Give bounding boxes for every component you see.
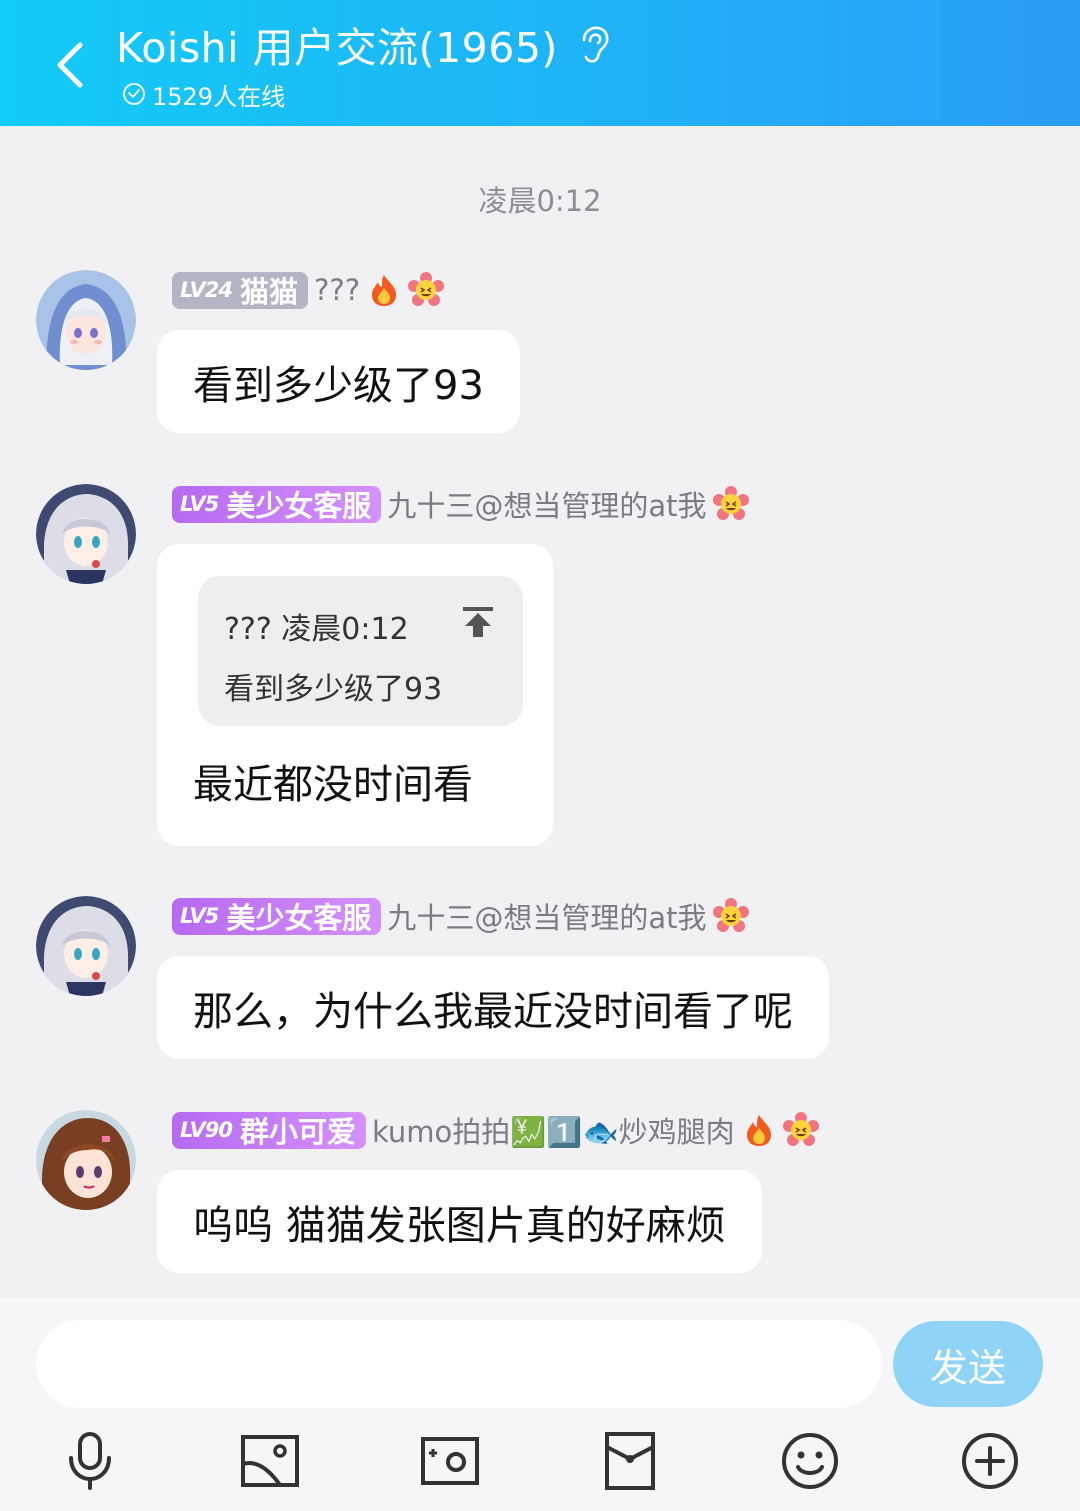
level-badge: LV5 美少女客服	[172, 897, 382, 935]
image-icon	[241, 1435, 299, 1487]
send-button[interactable]: 发送	[893, 1321, 1043, 1407]
flower-face-icon	[712, 898, 749, 932]
level-badge: LV5 美少女客服	[172, 485, 382, 523]
fire-icon	[746, 1115, 771, 1146]
jump-to-top-icon[interactable]	[460, 604, 496, 640]
image-button[interactable]	[237, 1428, 303, 1494]
red-packet-button[interactable]	[597, 1428, 663, 1494]
avatar[interactable]	[36, 484, 136, 584]
sender-name[interactable]: kumo拍拍💹1️⃣🐟炒鸡腿肉	[372, 1109, 735, 1151]
microphone-icon	[69, 1432, 111, 1490]
online-count: 1529人在线	[152, 82, 286, 111]
message-meta: LV5 美少女客服 九十三@想当管理的at我	[172, 896, 749, 936]
group-title[interactable]: Koishi 用户交流(1965)	[116, 14, 558, 74]
camera-icon	[421, 1437, 479, 1485]
sender-name[interactable]: 九十三@想当管理的at我	[387, 483, 706, 525]
sender-name[interactable]: ???	[314, 273, 360, 307]
back-button[interactable]	[40, 30, 100, 100]
plus-icon	[962, 1433, 1018, 1489]
quote-body: 看到多少级了93	[224, 672, 443, 707]
emoji-icon	[782, 1433, 838, 1489]
flower-face-icon	[712, 486, 749, 520]
chat-header: Koishi 用户交流(1965) 1529人在线	[0, 0, 1080, 126]
ear-icon[interactable]	[576, 24, 610, 64]
timestamp-separator: 凌晨0:12	[478, 184, 602, 218]
message-text: 最近都没时间看	[193, 762, 473, 808]
check-circle-icon	[123, 83, 145, 105]
message-bubble[interactable]: 那么，为什么我最近没时间看了呢	[157, 956, 829, 1059]
level-badge: LV90 群小可爱	[172, 1111, 366, 1149]
emoji-button[interactable]	[777, 1428, 843, 1494]
avatar[interactable]	[36, 896, 136, 996]
fire-icon	[372, 275, 397, 306]
title-row[interactable]: Koishi 用户交流(1965)	[116, 16, 610, 72]
chevron-left-icon	[57, 42, 83, 88]
message-bubble[interactable]: 看到多少级了93	[157, 330, 520, 433]
message-input[interactable]	[36, 1320, 882, 1408]
input-panel: 发送	[0, 1298, 1080, 1511]
quoted-message[interactable]: ??? 凌晨0:12 看到多少级了93	[198, 576, 523, 726]
message-meta: LV24 猫猫 ???	[172, 270, 445, 310]
avatar[interactable]	[36, 1110, 136, 1210]
red-packet-icon	[605, 1432, 655, 1490]
online-status: 1529人在线	[122, 78, 286, 111]
flower-face-icon	[408, 272, 445, 306]
level-badge: LV24 猫猫	[172, 271, 308, 309]
sender-name[interactable]: 九十三@想当管理的at我	[387, 895, 706, 937]
microphone-button[interactable]	[57, 1428, 123, 1494]
message-meta: LV5 美少女客服 九十三@想当管理的at我	[172, 484, 749, 524]
message-meta: LV90 群小可爱 kumo拍拍💹1️⃣🐟炒鸡腿肉	[172, 1110, 819, 1150]
message-bubble[interactable]: 呜呜 猫猫发张图片真的好麻烦	[157, 1170, 762, 1273]
camera-button[interactable]	[417, 1428, 483, 1494]
more-button[interactable]	[957, 1428, 1023, 1494]
avatar[interactable]	[36, 270, 136, 370]
quote-header: ??? 凌晨0:12	[224, 612, 409, 647]
flower-face-icon	[782, 1112, 819, 1146]
